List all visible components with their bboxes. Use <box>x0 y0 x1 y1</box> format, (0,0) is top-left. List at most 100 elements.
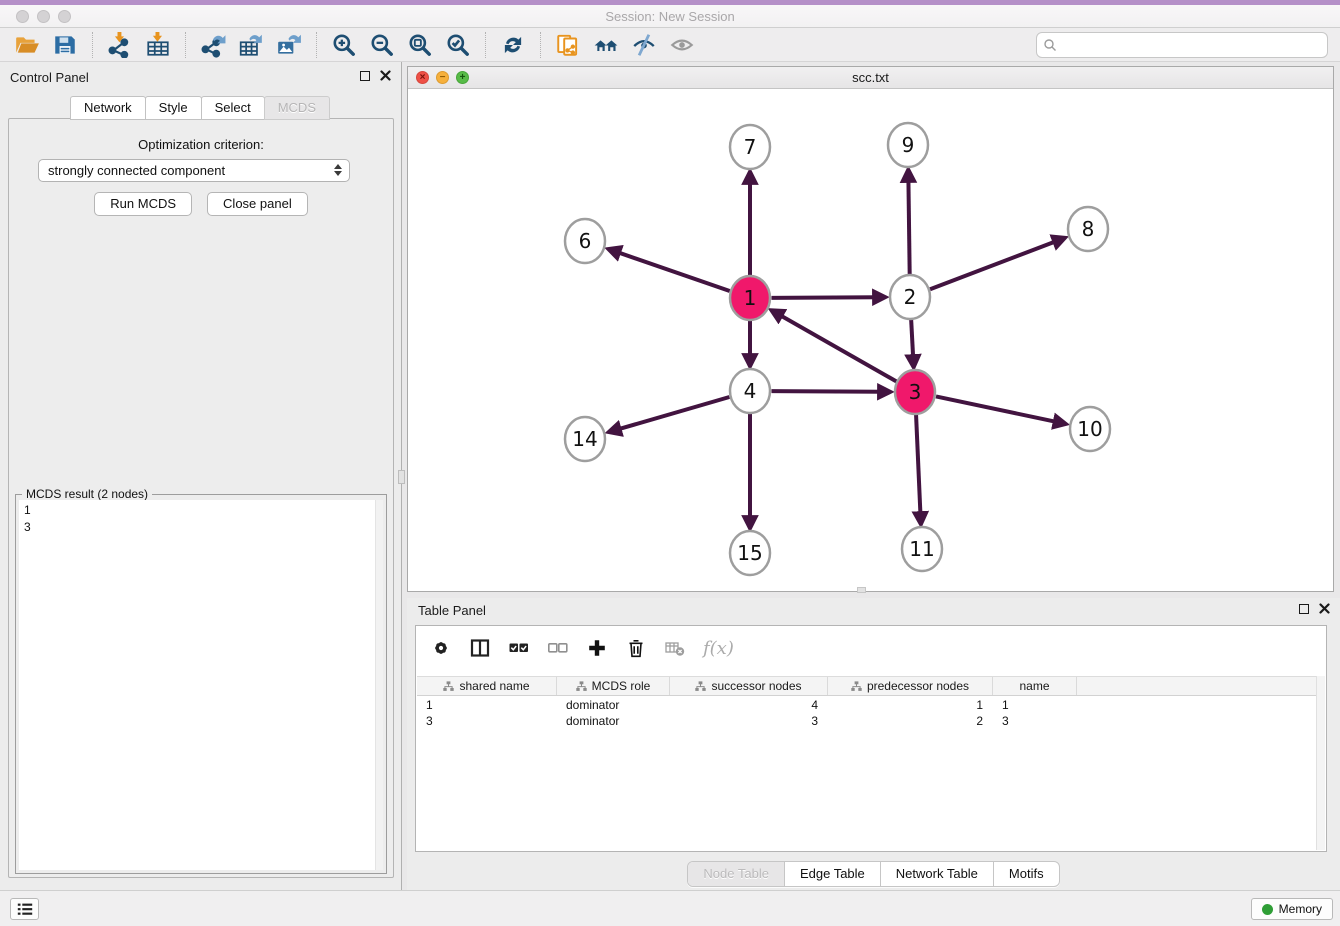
cell-name[interactable]: 1 <box>993 698 1077 712</box>
add-column-button[interactable] <box>586 637 608 659</box>
edge-1-6[interactable] <box>617 252 730 291</box>
edge-4-14[interactable] <box>617 397 729 430</box>
optimization-criterion-select[interactable]: strongly connected component <box>38 159 350 182</box>
zoom-out-button[interactable] <box>366 30 398 60</box>
node-3[interactable]: 3 <box>895 370 935 414</box>
result-scrollbar[interactable] <box>375 500 383 870</box>
window-title: Session: New Session <box>605 9 734 24</box>
cell-successor-nodes[interactable]: 3 <box>670 714 828 728</box>
column-header-successor-nodes[interactable]: successor nodes <box>670 677 828 695</box>
table-scrollbar[interactable] <box>1316 676 1325 850</box>
task-history-button[interactable] <box>10 898 39 920</box>
horizontal-splitter-grip[interactable] <box>857 587 866 593</box>
cell-predecessor-nodes[interactable]: 1 <box>828 698 993 712</box>
node-14[interactable]: 14 <box>565 417 605 461</box>
float-table-panel-icon[interactable] <box>1299 604 1309 614</box>
node-15[interactable]: 15 <box>730 531 770 575</box>
hide-panel-button[interactable] <box>628 30 660 60</box>
edge-1-2[interactable] <box>772 297 877 298</box>
column-header-name[interactable]: name <box>993 677 1077 695</box>
search-input[interactable] <box>1057 38 1321 52</box>
close-window-button[interactable] <box>16 10 29 23</box>
cell-shared-name[interactable]: 1 <box>417 698 557 712</box>
tab-select[interactable]: Select <box>201 96 265 120</box>
cell-mcds-role[interactable]: dominator <box>557 714 670 728</box>
export-image-button[interactable] <box>273 30 305 60</box>
node-6[interactable]: 6 <box>565 219 605 263</box>
node-7[interactable]: 7 <box>730 125 770 169</box>
edge-3-10[interactable] <box>936 396 1057 422</box>
close-network-button[interactable]: × <box>416 71 429 84</box>
cell-name[interactable]: 3 <box>993 714 1077 728</box>
cell-predecessor-nodes[interactable]: 2 <box>828 714 993 728</box>
column-header-shared-name[interactable]: shared name <box>417 677 557 695</box>
node-2[interactable]: 2 <box>890 275 930 319</box>
float-panel-icon[interactable] <box>360 71 370 81</box>
tab-node-table[interactable]: Node Table <box>688 862 784 886</box>
close-panel-icon[interactable] <box>380 70 391 81</box>
vertical-splitter-grip[interactable] <box>398 470 405 484</box>
cell-shared-name[interactable]: 3 <box>417 714 557 728</box>
zoom-in-icon <box>331 32 357 58</box>
show-columns-button[interactable] <box>469 637 491 659</box>
edge-2-8[interactable] <box>930 241 1057 289</box>
export-network-button[interactable] <box>197 30 229 60</box>
node-1[interactable]: 1 <box>730 276 770 320</box>
export-table-button[interactable] <box>235 30 267 60</box>
edge-3-1[interactable] <box>779 315 896 382</box>
node-8[interactable]: 8 <box>1068 207 1108 251</box>
close-table-panel-icon[interactable] <box>1319 603 1330 614</box>
search-box[interactable] <box>1036 32 1328 58</box>
tab-network[interactable]: Network <box>70 96 146 120</box>
table-row[interactable]: 1dominator411 <box>417 697 1316 713</box>
network-canvas[interactable]: 7 9 6 8 1 2 4 3 14 10 15 11 <box>408 89 1333 591</box>
select-stepper-icon <box>334 164 342 176</box>
edge-4-3[interactable] <box>772 391 882 392</box>
table-settings-button[interactable] <box>430 637 452 659</box>
edge-2-3[interactable] <box>911 319 913 359</box>
network-titlebar[interactable]: × − + scc.txt <box>408 67 1333 89</box>
close-panel-button[interactable]: Close panel <box>207 192 308 216</box>
home-button[interactable] <box>590 30 622 60</box>
node-10[interactable]: 10 <box>1070 407 1110 451</box>
zoom-in-button[interactable] <box>328 30 360 60</box>
tab-style[interactable]: Style <box>145 96 202 120</box>
edge-2-9[interactable] <box>908 179 909 276</box>
tab-motifs[interactable]: Motifs <box>993 862 1059 886</box>
mcds-result-groupbox: MCDS result (2 nodes) 1 3 <box>15 494 387 874</box>
memory-button[interactable]: Memory <box>1251 898 1333 920</box>
maximize-network-button[interactable]: + <box>456 71 469 84</box>
toolbar-separator <box>92 32 93 58</box>
open-session-button[interactable] <box>11 30 43 60</box>
table-row[interactable]: 3dominator323 <box>417 713 1316 729</box>
delete-column-button[interactable] <box>625 637 647 659</box>
select-all-button[interactable] <box>508 637 530 659</box>
clone-network-button[interactable] <box>552 30 584 60</box>
maximize-window-button[interactable] <box>58 10 71 23</box>
column-header-predecessor-nodes[interactable]: predecessor nodes <box>828 677 993 695</box>
node-11[interactable]: 11 <box>902 527 942 571</box>
hierarchy-icon <box>576 681 587 692</box>
cell-mcds-role[interactable]: dominator <box>557 698 670 712</box>
zoom-selected-button[interactable] <box>442 30 474 60</box>
refresh-layout-button[interactable] <box>497 30 529 60</box>
column-header-mcds-role[interactable]: MCDS role <box>557 677 670 695</box>
edge-3-11[interactable] <box>916 414 921 516</box>
tab-edge-table[interactable]: Edge Table <box>784 862 880 886</box>
save-session-button[interactable] <box>49 30 81 60</box>
deselect-all-button[interactable] <box>547 637 569 659</box>
import-table-button[interactable] <box>142 30 174 60</box>
network-window-controls: × − + <box>416 71 469 84</box>
run-mcds-button[interactable]: Run MCDS <box>94 192 192 216</box>
cell-successor-nodes[interactable]: 4 <box>670 698 828 712</box>
node-4[interactable]: 4 <box>730 369 770 413</box>
minimize-window-button[interactable] <box>37 10 50 23</box>
columns-icon <box>470 638 490 658</box>
import-network-button[interactable] <box>104 30 136 60</box>
tab-mcds[interactable]: MCDS <box>264 96 330 120</box>
minimize-network-button[interactable]: − <box>436 71 449 84</box>
mcds-result-area[interactable]: 1 3 <box>19 500 383 870</box>
zoom-fit-button[interactable] <box>404 30 436 60</box>
node-9[interactable]: 9 <box>888 123 928 167</box>
tab-network-table[interactable]: Network Table <box>880 862 993 886</box>
